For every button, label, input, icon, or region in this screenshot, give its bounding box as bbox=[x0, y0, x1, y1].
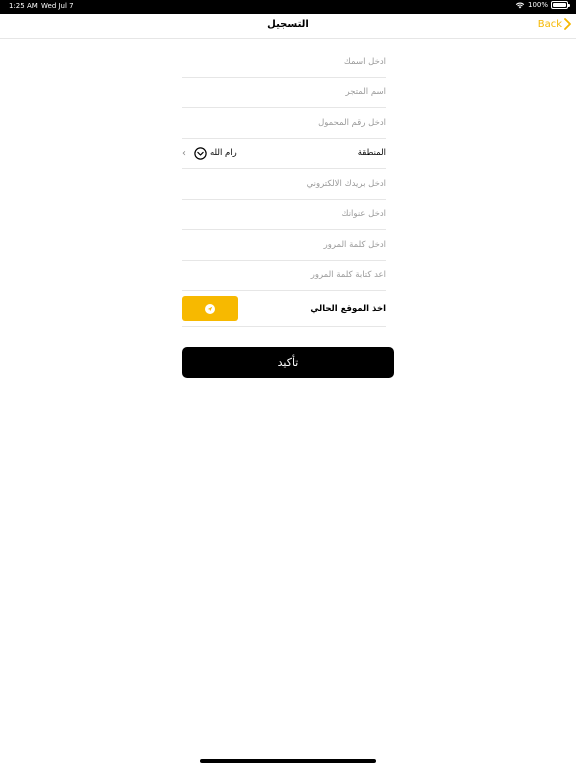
status-bar: 1:25 AM Wed Jul 7 100% bbox=[0, 0, 576, 14]
battery-fill bbox=[553, 3, 566, 7]
password-row bbox=[182, 230, 386, 261]
name-input[interactable] bbox=[182, 56, 386, 67]
region-value: رام الله bbox=[210, 148, 237, 159]
battery-icon bbox=[551, 1, 570, 9]
address-input[interactable] bbox=[182, 209, 386, 220]
status-time: 1:25 AM bbox=[9, 2, 38, 10]
location-label: اخذ الموقع الحالي bbox=[310, 303, 386, 314]
nav-bar: التسجيل Back bbox=[0, 14, 576, 39]
mobile-row bbox=[182, 108, 386, 139]
chevron-right-icon bbox=[564, 18, 571, 30]
status-right: 100% bbox=[515, 1, 570, 9]
chevron-left-icon: ‹ bbox=[182, 147, 186, 159]
page-title: التسجيل bbox=[267, 19, 309, 30]
chevron-down-circle-icon bbox=[194, 147, 207, 160]
get-location-button[interactable] bbox=[182, 296, 238, 321]
back-label: Back bbox=[537, 18, 562, 30]
location-row: اخذ الموقع الحالي bbox=[182, 291, 386, 327]
status-date: Wed Jul 7 bbox=[41, 2, 74, 10]
name-row bbox=[182, 47, 386, 78]
region-row: المنطقة ‹ رام الله bbox=[182, 139, 386, 169]
email-row bbox=[182, 169, 386, 200]
confirm-button[interactable]: تأكيد bbox=[182, 347, 394, 378]
wifi-icon bbox=[515, 2, 525, 9]
confirm-password-row bbox=[182, 261, 386, 291]
region-selector[interactable]: ‹ رام الله bbox=[182, 147, 237, 160]
location-arrow-icon bbox=[205, 303, 215, 314]
region-label: المنطقة bbox=[357, 148, 386, 159]
password-input[interactable] bbox=[182, 239, 386, 250]
store-name-input[interactable] bbox=[182, 87, 386, 98]
mobile-input[interactable] bbox=[182, 117, 386, 128]
email-input[interactable] bbox=[182, 178, 386, 189]
back-button[interactable]: Back bbox=[538, 18, 571, 30]
registration-form: المنطقة ‹ رام الله اخذ الموقع الحالي bbox=[182, 47, 386, 327]
store-row bbox=[182, 78, 386, 108]
address-row bbox=[182, 200, 386, 230]
battery-percent: 100% bbox=[527, 1, 548, 9]
confirm-password-input[interactable] bbox=[182, 270, 386, 281]
home-indicator bbox=[200, 759, 376, 763]
